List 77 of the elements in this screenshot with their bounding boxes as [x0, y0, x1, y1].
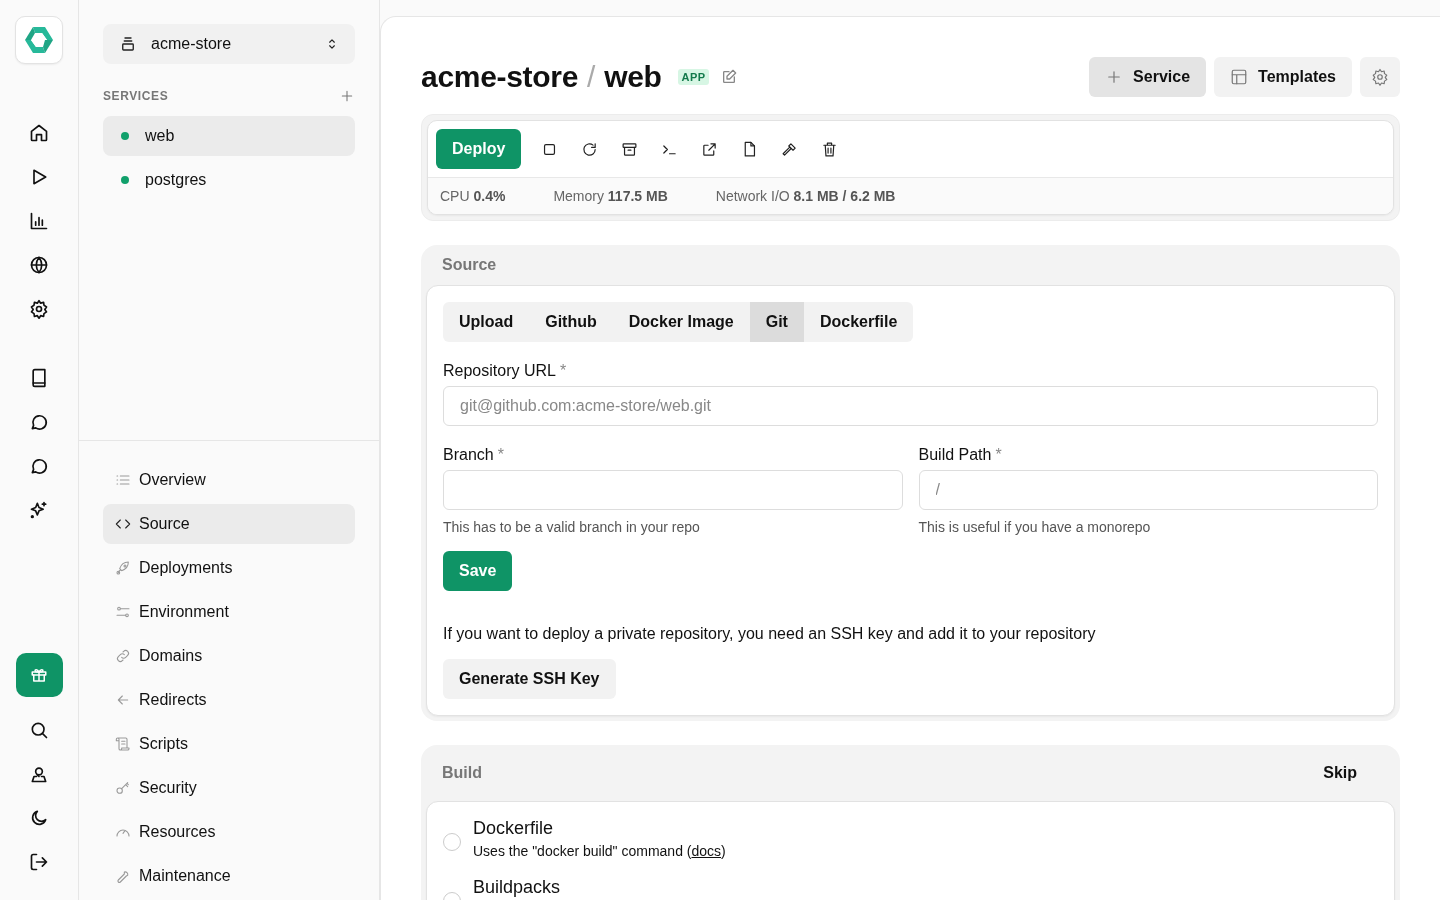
- stat-text: CPU 0.4%: [440, 188, 506, 204]
- source-tab[interactable]: Docker Image: [612, 302, 750, 342]
- archive-icon: [620, 140, 638, 158]
- field-label: Build Path *: [918, 446, 1003, 464]
- gift-button[interactable]: [15, 653, 63, 697]
- scroll-icon: [115, 736, 131, 752]
- sliders-icon: [115, 604, 131, 620]
- source-tab[interactable]: Dockerfile: [803, 302, 914, 342]
- book-icon: [29, 368, 49, 388]
- search-icon: [29, 720, 49, 740]
- nav-item[interactable]: Maintenance: [103, 856, 355, 896]
- edit-icon: [721, 69, 738, 85]
- add-service-button[interactable]: Service: [1089, 57, 1207, 97]
- chart-icon: [29, 211, 49, 231]
- nav-item[interactable]: Source: [103, 504, 355, 544]
- moon-icon: [29, 808, 49, 828]
- app-logo[interactable]: [15, 16, 63, 64]
- templates-button[interactable]: Templates: [1214, 57, 1352, 97]
- nav-item[interactable]: Overview: [103, 460, 355, 500]
- section-title: Source: [442, 256, 497, 274]
- source-tab[interactable]: Github: [529, 302, 613, 342]
- nav-item[interactable]: Redirects: [103, 680, 355, 720]
- option-title: Dockerfile: [473, 818, 555, 839]
- delete-icon: [820, 140, 838, 158]
- radio-button[interactable]: [443, 833, 461, 851]
- globe-icon: [29, 255, 49, 275]
- help-text: This has to be a valid branch in your repo: [443, 519, 701, 535]
- source-tab[interactable]: Upload: [443, 302, 530, 342]
- nav-item[interactable]: Deployments: [103, 548, 355, 588]
- plus-icon: [339, 88, 355, 104]
- sparkle-icon: [29, 500, 49, 520]
- stat-text: Memory 117.5 MB: [553, 188, 668, 204]
- text-field[interactable]: /: [918, 470, 1378, 510]
- settings-icon: [29, 299, 49, 319]
- nav-item[interactable]: Scripts: [103, 724, 355, 764]
- section-title: Build: [442, 764, 482, 782]
- hammer-icon: [780, 140, 798, 158]
- logout-icon: [29, 852, 49, 872]
- text-field[interactable]: [443, 470, 903, 510]
- info-text: If you want to deploy a private repository, you need an SSH key and add it to your repository: [443, 625, 1097, 643]
- arrow-left-icon: [115, 692, 131, 708]
- nav-item[interactable]: Resources: [103, 812, 355, 852]
- user-pin-icon: [29, 764, 49, 784]
- key-icon: [115, 780, 131, 796]
- home-icon: [29, 123, 49, 143]
- text-field[interactable]: git@github.com:acme-store/web.git: [443, 386, 1378, 426]
- chat-icon: [29, 456, 49, 476]
- layout-icon: [1230, 68, 1249, 86]
- restart-icon: [580, 140, 598, 158]
- app-badge: APP: [677, 69, 710, 85]
- source-tab[interactable]: Git: [749, 302, 804, 342]
- option-description: Uses the "docker build" command (docs): [473, 843, 726, 859]
- save-button[interactable]: Save: [443, 551, 513, 591]
- help-text: This is useful if you have a monorepo: [918, 519, 1152, 535]
- service-item[interactable]: postgres: [103, 160, 355, 200]
- project-selector[interactable]: acme-store: [103, 24, 355, 64]
- code-icon: [115, 516, 131, 532]
- option-title: Buildpacks: [473, 877, 561, 898]
- docs-link[interactable]: docs: [691, 843, 722, 859]
- generate-ssh-key-button[interactable]: Generate SSH Key: [443, 659, 616, 699]
- skip-button[interactable]: Skip: [1323, 764, 1379, 782]
- field-label: Repository URL *: [443, 362, 568, 380]
- field-label: Branch *: [443, 446, 505, 464]
- stat-text: Network I/O 8.1 MB / 6.2 MB: [715, 188, 896, 204]
- nav-item[interactable]: Domains: [103, 636, 355, 676]
- settings-icon: [1371, 68, 1389, 86]
- deploy-button[interactable]: Deploy: [436, 129, 522, 169]
- section-heading: SERVICES: [103, 89, 169, 103]
- page-title: acme-store / web: [421, 60, 662, 94]
- link-icon: [115, 648, 131, 664]
- stack-icon: [119, 35, 137, 53]
- nav-item[interactable]: Environment: [103, 592, 355, 632]
- list-icon: [115, 472, 131, 488]
- external-link-icon: [700, 140, 718, 158]
- nav-item[interactable]: Security: [103, 768, 355, 808]
- gift-icon: [30, 666, 48, 684]
- service-item[interactable]: web: [103, 116, 355, 156]
